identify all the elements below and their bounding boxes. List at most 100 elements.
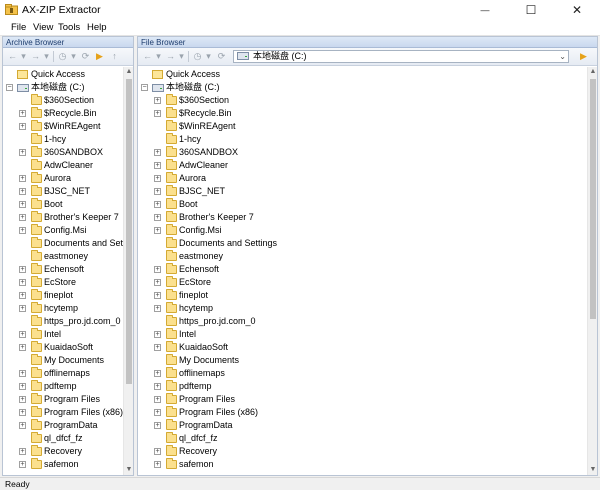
minimize-button[interactable]: —: [462, 0, 508, 20]
forward-dropdown-icon[interactable]: ▾: [176, 50, 187, 63]
tree-folder-item[interactable]: Documents and Settings: [138, 237, 587, 250]
tree-folder-item[interactable]: + Boot: [3, 198, 123, 211]
tree-folder-item[interactable]: + fineplot: [138, 289, 587, 302]
quick-access-item[interactable]: Quick Access: [3, 68, 123, 81]
tree-folder-item[interactable]: My Documents: [138, 354, 587, 367]
expand-icon[interactable]: +: [154, 214, 161, 221]
tree-folder-item[interactable]: + $WinREAgent: [3, 120, 123, 133]
expand-icon[interactable]: +: [154, 227, 161, 234]
tree-folder-item[interactable]: https_pro.jd.com_0: [3, 315, 123, 328]
expand-icon[interactable]: +: [154, 162, 161, 169]
expand-icon[interactable]: +: [154, 188, 161, 195]
history-icon[interactable]: ◷: [192, 50, 203, 63]
tree-folder-item[interactable]: + KuaidaoSoft: [138, 341, 587, 354]
expand-icon[interactable]: +: [154, 461, 161, 468]
expand-icon[interactable]: +: [154, 110, 161, 117]
tree-folder-item[interactable]: + pdftemp: [138, 380, 587, 393]
expand-icon[interactable]: +: [19, 201, 26, 208]
drive-item[interactable]: − 本地磁盘 (C:): [3, 81, 123, 94]
tree-folder-item[interactable]: + BJSC_NET: [138, 185, 587, 198]
scroll-down-icon[interactable]: ▼: [588, 465, 597, 475]
folder-go-icon[interactable]: ▶: [578, 50, 589, 63]
expand-icon[interactable]: +: [19, 422, 26, 429]
tree-folder-item[interactable]: + Echensoft: [138, 263, 587, 276]
expand-icon[interactable]: +: [19, 396, 26, 403]
expand-icon[interactable]: +: [19, 266, 26, 273]
tree-folder-item[interactable]: + EcStore: [3, 276, 123, 289]
tree-folder-item[interactable]: + Boot: [138, 198, 587, 211]
back-dropdown-icon[interactable]: ▾: [18, 50, 29, 63]
path-combo[interactable]: 本地磁盘 (C:) ⌄: [233, 50, 569, 63]
menu-help[interactable]: Help: [87, 22, 107, 33]
scroll-up-icon[interactable]: ▲: [124, 67, 133, 77]
collapse-icon[interactable]: −: [141, 84, 148, 91]
expand-icon[interactable]: +: [19, 331, 26, 338]
tree-folder-item[interactable]: + Recovery: [138, 445, 587, 458]
expand-icon[interactable]: +: [19, 279, 26, 286]
tree-folder-item[interactable]: ql_dfcf_fz: [138, 432, 587, 445]
expand-icon[interactable]: +: [154, 279, 161, 286]
forward-icon[interactable]: →: [30, 50, 41, 63]
tree-folder-item[interactable]: + safemon: [3, 458, 123, 471]
tree-folder-item[interactable]: + offlinemaps: [3, 367, 123, 380]
back-icon[interactable]: ←: [7, 50, 18, 63]
expand-icon[interactable]: +: [154, 149, 161, 156]
expand-icon[interactable]: +: [154, 97, 161, 104]
history-icon[interactable]: ◷: [57, 50, 68, 63]
expand-icon[interactable]: +: [19, 383, 26, 390]
expand-icon[interactable]: +: [154, 409, 161, 416]
tree-folder-item[interactable]: + $Recycle.Bin: [138, 107, 587, 120]
file-tree[interactable]: Quick Access − 本地磁盘 (C:) + $360Section + $Recy…: [138, 67, 587, 475]
scrollbar-thumb[interactable]: [590, 79, 596, 319]
expand-icon[interactable]: +: [154, 422, 161, 429]
tree-folder-item[interactable]: + ProgramData: [3, 419, 123, 432]
tree-folder-item[interactable]: + BJSC_NET: [3, 185, 123, 198]
history-dropdown-icon[interactable]: ▾: [68, 50, 79, 63]
expand-icon[interactable]: +: [154, 370, 161, 377]
expand-icon[interactable]: +: [154, 344, 161, 351]
tree-folder-item[interactable]: + Program Files (x86): [138, 406, 587, 419]
tree-folder-item[interactable]: $360Section: [3, 94, 123, 107]
tree-folder-item[interactable]: + ProgramData: [138, 419, 587, 432]
tree-folder-item[interactable]: + fineplot: [3, 289, 123, 302]
history-dropdown-icon[interactable]: ▾: [203, 50, 214, 63]
expand-icon[interactable]: +: [19, 409, 26, 416]
expand-icon[interactable]: +: [19, 188, 26, 195]
archive-scrollbar[interactable]: ▲ ▼: [123, 67, 133, 475]
tree-folder-item[interactable]: + $Recycle.Bin: [3, 107, 123, 120]
chevron-down-icon[interactable]: ⌄: [559, 51, 566, 62]
scroll-down-icon[interactable]: ▼: [124, 465, 133, 475]
tree-folder-item[interactable]: + Intel: [3, 328, 123, 341]
tree-folder-item[interactable]: + offlinemaps: [138, 367, 587, 380]
tree-folder-item[interactable]: + Brother's Keeper 7: [3, 211, 123, 224]
tree-folder-item[interactable]: AdwCleaner: [3, 159, 123, 172]
expand-icon[interactable]: +: [154, 383, 161, 390]
tree-folder-item[interactable]: +360SANDBOX: [3, 146, 123, 159]
expand-icon[interactable]: +: [19, 149, 26, 156]
tree-folder-item[interactable]: + Echensoft: [3, 263, 123, 276]
tree-folder-item[interactable]: + hcytemp: [138, 302, 587, 315]
tree-folder-item[interactable]: 1-hcy: [3, 133, 123, 146]
forward-icon[interactable]: →: [165, 50, 176, 63]
tree-folder-item[interactable]: + Config.Msi: [138, 224, 587, 237]
drive-item[interactable]: − 本地磁盘 (C:): [138, 81, 587, 94]
tree-folder-item[interactable]: +360SANDBOX: [138, 146, 587, 159]
tree-folder-item[interactable]: + safemon: [138, 458, 587, 471]
tree-folder-item[interactable]: My Documents: [3, 354, 123, 367]
archive-tree[interactable]: Quick Access − 本地磁盘 (C:) $360Section + $Recyc…: [3, 67, 123, 475]
tree-folder-item[interactable]: + Aurora: [138, 172, 587, 185]
forward-dropdown-icon[interactable]: ▾: [41, 50, 52, 63]
tree-folder-item[interactable]: eastmoney: [138, 250, 587, 263]
maximize-button[interactable]: ☐: [508, 0, 554, 20]
scrollbar-thumb[interactable]: [126, 79, 132, 384]
tree-folder-item[interactable]: + Program Files: [3, 393, 123, 406]
expand-icon[interactable]: +: [19, 227, 26, 234]
expand-icon[interactable]: +: [154, 448, 161, 455]
expand-icon[interactable]: +: [19, 110, 26, 117]
menu-view[interactable]: View: [33, 22, 53, 33]
expand-icon[interactable]: +: [19, 448, 26, 455]
expand-icon[interactable]: +: [154, 305, 161, 312]
tree-folder-item[interactable]: + Recovery: [3, 445, 123, 458]
expand-icon[interactable]: +: [19, 461, 26, 468]
tree-folder-item[interactable]: + Brother's Keeper 7: [138, 211, 587, 224]
